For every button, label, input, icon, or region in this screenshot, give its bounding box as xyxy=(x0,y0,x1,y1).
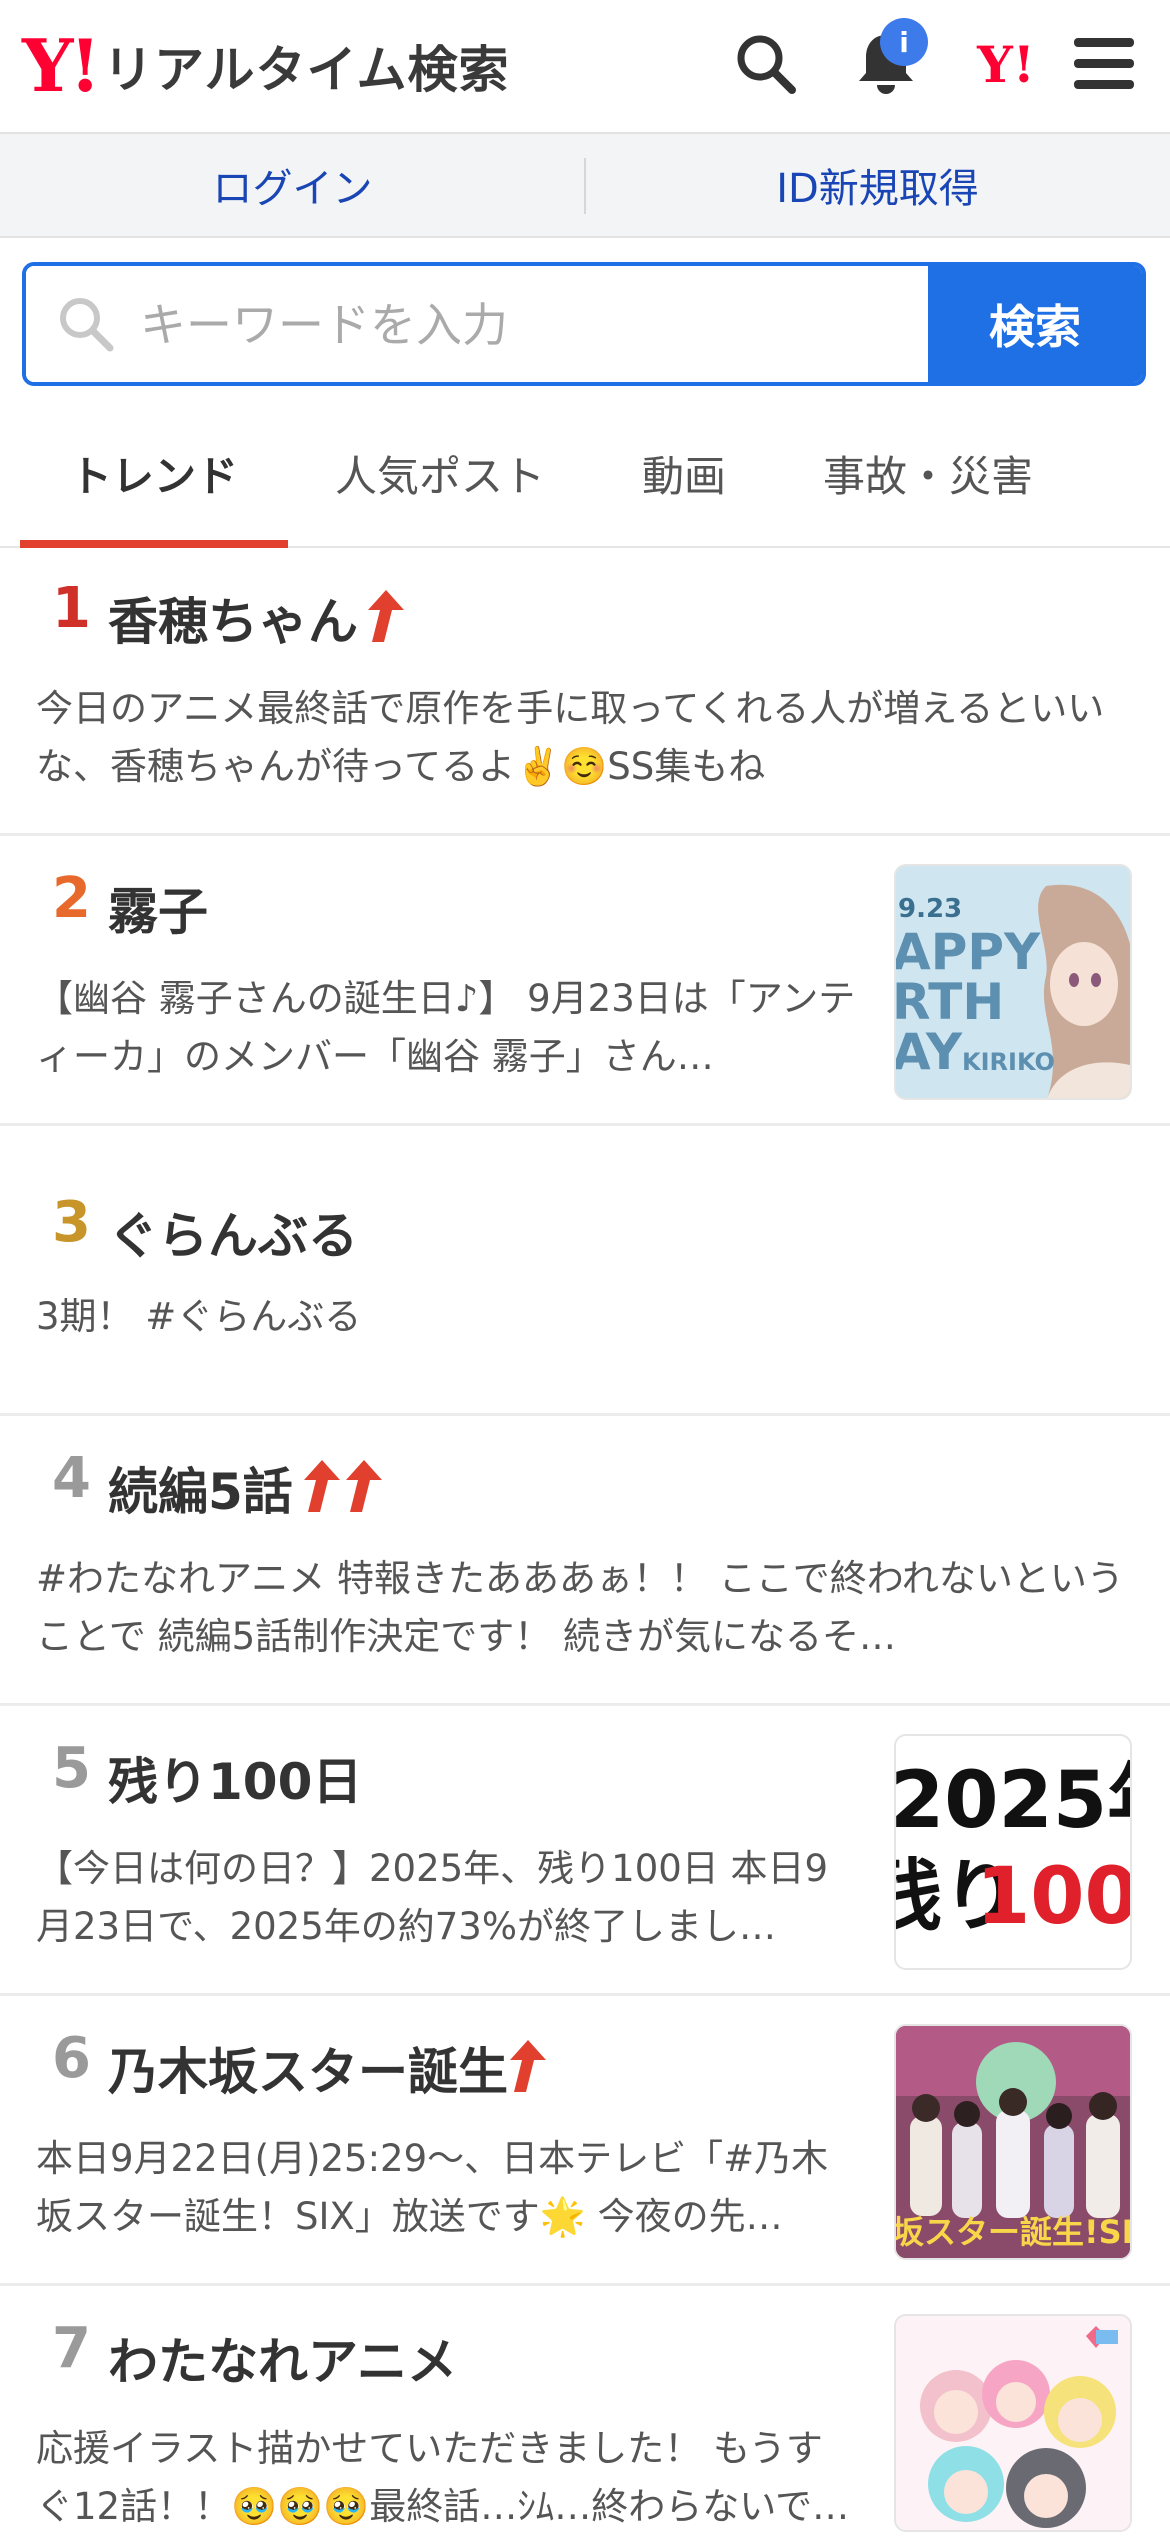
notification-bell-icon[interactable]: i xyxy=(846,18,928,104)
trend-rank: 4 xyxy=(52,1446,91,1511)
tab-video[interactable]: 動画 xyxy=(600,400,768,546)
trend-title: 残り100日 xyxy=(108,1753,363,1811)
trend-thumbnail-kiriko-birthday[interactable]: 9.23 APPY RTH AY KIRIKO xyxy=(894,864,1132,1100)
trend-description: 今日のアニメ最終話で原作を手に取ってくれる人が増えるといいな、香穂ちゃんが待って… xyxy=(36,687,1105,788)
trend-rank: 7 xyxy=(52,2316,91,2381)
thumb-name: KIRIKO xyxy=(962,1048,1055,1076)
thumb-line-2: RTH xyxy=(894,973,1005,1031)
yahoo-logo-mark: Y! xyxy=(22,23,101,108)
tab-popular-posts[interactable]: 人気ポスト xyxy=(310,400,570,546)
search-box: 検索 xyxy=(22,262,1146,386)
trend-description: 本日9月22日(月)25:29〜、日本テレビ「#乃木坂スター誕生！SIX」放送で… xyxy=(36,2137,829,2238)
tab-accidents-disasters[interactable]: 事故・災害 xyxy=(800,400,1056,546)
trend-rank: 6 xyxy=(52,2026,91,2091)
trend-title: 乃木坂スター誕生 xyxy=(108,2043,508,2101)
thumb-year: 2025年 xyxy=(894,1756,1130,1846)
search-button[interactable]: 検索 xyxy=(924,266,1142,382)
login-link[interactable]: ログイン xyxy=(0,134,585,236)
yahoo-japan-icon[interactable]: Y! xyxy=(966,24,1046,104)
trend-rank: 5 xyxy=(52,1736,91,1801)
trend-title: 香穂ちゃん xyxy=(108,593,358,651)
trend-item-3[interactable]: 3 ぐらんぶる 3期！ #ぐらんぶる xyxy=(0,1128,1170,1416)
thumb-100: 100 xyxy=(976,1852,1132,1942)
trend-title: 霧子 xyxy=(108,883,208,941)
trend-title: ぐらんぶる xyxy=(108,1207,358,1265)
trend-description: 3期！ #ぐらんぶる xyxy=(36,1295,362,1338)
search-field xyxy=(26,266,942,382)
thumb-caption: 坂スター誕生!SIX xyxy=(894,2213,1130,2251)
trend-thumbnail-nogizaka[interactable]: 坂スター誕生!SIX xyxy=(894,2024,1132,2260)
menu-icon[interactable] xyxy=(1064,24,1144,104)
search-icon[interactable] xyxy=(726,24,806,104)
yahoo-realtime-logo[interactable]: Y! リアルタイム検索 xyxy=(22,28,510,104)
rising-arrow-icon xyxy=(502,2038,548,2098)
search-input[interactable] xyxy=(138,266,942,382)
trend-title: わたなれアニメ xyxy=(108,2333,457,2391)
trend-rank: 1 xyxy=(52,576,91,641)
rising-arrow-icon xyxy=(360,588,406,648)
app-header: Y! リアルタイム検索 i Y! xyxy=(0,0,1170,134)
trend-item-7[interactable]: 7 わたなれアニメ 応援イラスト描かせていただきました！ もうすぐ12話！！🥹🥹… xyxy=(0,2288,1170,2532)
search-field-icon xyxy=(60,298,114,352)
trend-description: 応援イラスト描かせていただきました！ もうすぐ12話！！🥹🥹🥹最終話…ｼﾑ…終わ… xyxy=(36,2427,850,2528)
thumb-line-1: APPY xyxy=(894,923,1041,981)
trend-description: 【今日は何の日？】2025年、残り100日 本日9月23日で、2025年の約73… xyxy=(36,1847,829,1948)
trend-thumbnail-watanare[interactable] xyxy=(894,2314,1132,2532)
signup-link[interactable]: ID新規取得 xyxy=(585,134,1170,236)
trend-item-1[interactable]: 1 香穂ちゃん 今日のアニメ最終話で原作を手に取ってくれる人が増えるといいな、香… xyxy=(0,548,1170,836)
account-bar: ログイン ID新規取得 xyxy=(0,134,1170,238)
account-bar-divider xyxy=(584,158,586,214)
rising-double-arrow-icon xyxy=(298,1458,386,1518)
trend-item-6[interactable]: 6 乃木坂スター誕生 本日9月22日(月)25:29〜、日本テレビ「#乃木坂スタ… xyxy=(0,1998,1170,2286)
yahoo-japan-mark: Y! xyxy=(977,34,1035,94)
trend-rank: 2 xyxy=(52,866,91,931)
notification-badge: i xyxy=(880,18,928,66)
thumb-line-3: AY xyxy=(894,1023,963,1081)
trend-item-4[interactable]: 4 続編5話 #わたなれアニメ 特報きたあああぁ！！ ここで終われないということ… xyxy=(0,1418,1170,1706)
tab-trend[interactable]: トレンド xyxy=(20,400,288,548)
trend-item-5[interactable]: 5 残り100日 【今日は何の日？】2025年、残り100日 本日9月23日で、… xyxy=(0,1708,1170,1996)
trend-description: #わたなれアニメ 特報きたあああぁ！！ ここで終われないということで 続編5話制… xyxy=(36,1557,1124,1658)
category-tabs: トレンド 人気ポスト 動画 事故・災害 xyxy=(0,400,1170,548)
trend-rank: 3 xyxy=(52,1190,91,1255)
thumb-date: 9.23 xyxy=(898,894,963,924)
trend-item-2[interactable]: 2 霧子 【幽谷 霧子さんの誕生日♪】 9月23日は「アンティーカ」のメンバー「… xyxy=(0,838,1170,1126)
trend-thumbnail-100-days[interactable]: 2025年 残り 100 xyxy=(894,1734,1132,1970)
trend-title: 続編5話 xyxy=(108,1463,293,1521)
site-title: リアルタイム検索 xyxy=(103,41,510,99)
trend-description: 【幽谷 霧子さんの誕生日♪】 9月23日は「アンティーカ」のメンバー「幽谷 霧子… xyxy=(36,977,856,1078)
